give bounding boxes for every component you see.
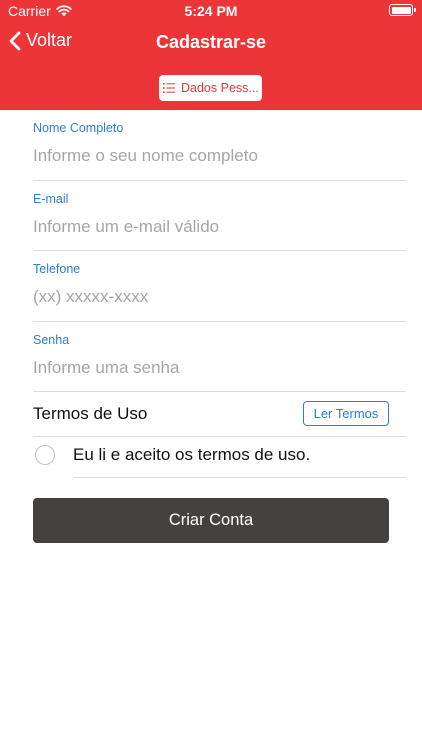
phone-field: Telefone — [33, 251, 406, 322]
status-time: 5:24 PM — [184, 3, 238, 19]
email-label: E-mail — [33, 191, 69, 206]
read-terms-button[interactable]: Ler Termos — [303, 401, 389, 426]
name-field: Nome Completo — [33, 110, 406, 181]
create-account-button[interactable]: Criar Conta — [33, 498, 389, 543]
tab-dados-pessoais[interactable]: Dados Pess... — [159, 75, 262, 101]
registration-form: Nome Completo E-mail Telefone Senha Term… — [33, 110, 406, 437]
terms-row: Termos de Uso Ler Termos — [33, 392, 406, 437]
phone-label: Telefone — [33, 262, 81, 276]
name-input[interactable] — [33, 146, 393, 166]
back-button-label: Voltar — [26, 30, 73, 50]
accept-terms-row[interactable]: Eu li e aceito os termos de uso. — [33, 433, 406, 478]
accept-terms-label: Eu li e aceito os termos de uso. — [73, 445, 311, 464]
tab-label: Dados Pess... — [181, 81, 259, 95]
email-field: E-mail — [33, 181, 406, 251]
navigation-bar: Voltar Cadastrar-se — [0, 28, 422, 60]
list-icon — [163, 83, 175, 93]
terms-label: Termos de Uso — [33, 404, 148, 423]
accept-terms-radio[interactable] — [35, 445, 55, 465]
password-field: Senha — [33, 322, 406, 392]
status-bar: Carrier 5:24 PM — [0, 0, 422, 22]
password-input[interactable] — [33, 357, 393, 378]
password-label: Senha — [33, 332, 70, 347]
back-button[interactable]: Voltar — [9, 30, 72, 51]
name-label: Nome Completo — [33, 121, 124, 135]
email-input[interactable] — [33, 216, 393, 237]
divider — [73, 477, 406, 478]
phone-input[interactable] — [33, 287, 393, 307]
battery-icon — [389, 4, 416, 16]
chevron-left-icon — [9, 31, 21, 50]
header: Carrier 5:24 PM Voltar Cadastrar-se Dado… — [0, 0, 422, 110]
